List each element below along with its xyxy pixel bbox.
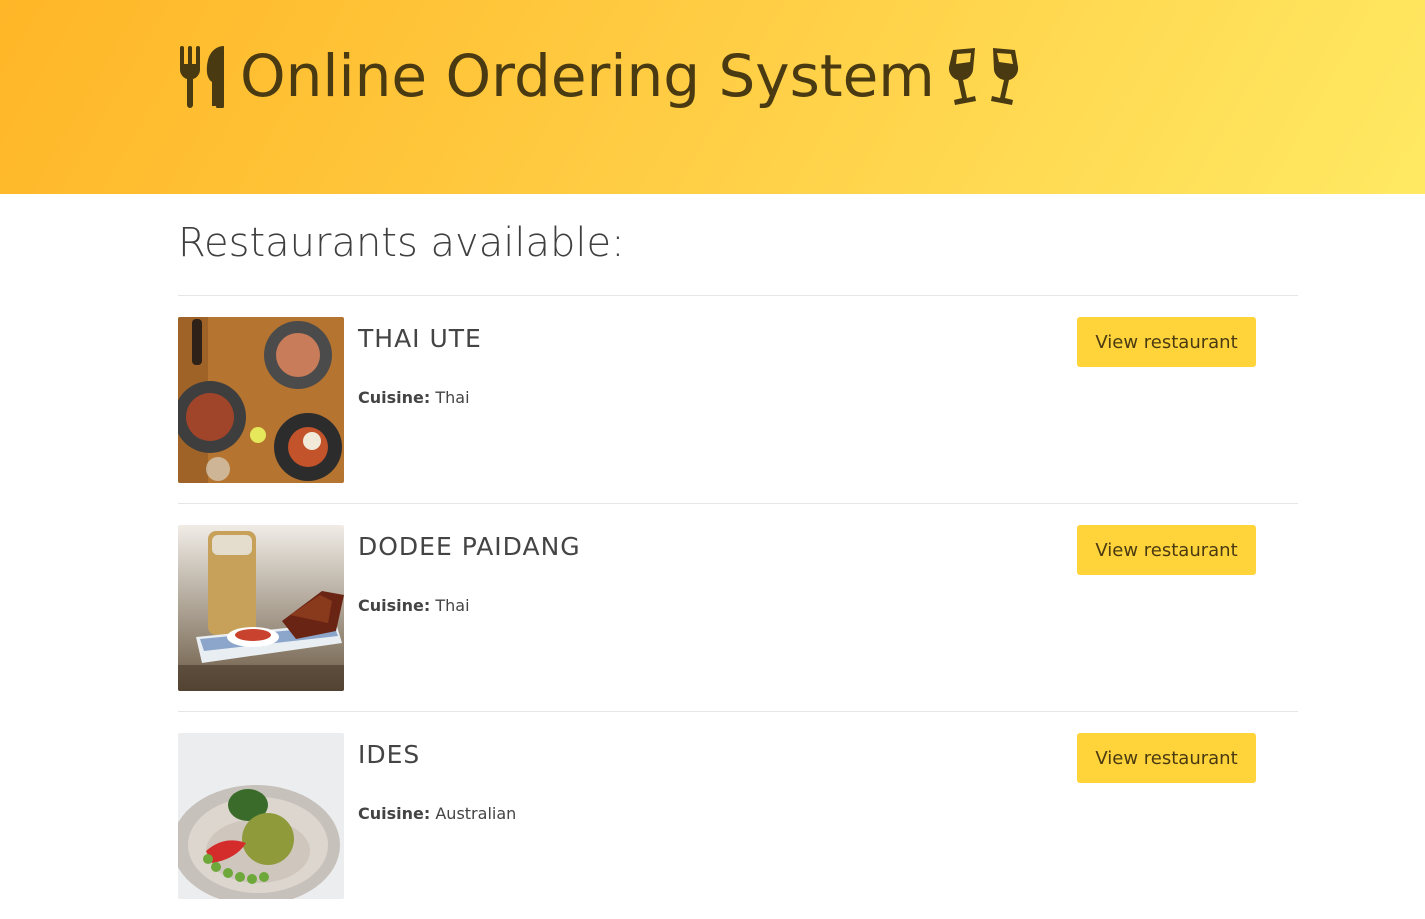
page-header: Online Ordering System <box>0 0 1425 194</box>
toasting-glasses-icon <box>945 44 1023 108</box>
restaurant-cuisine: Cuisine: Australian <box>358 804 516 823</box>
cuisine-label: Cuisine: <box>358 596 431 615</box>
list-item: IDES Cuisine: Australian View restaurant <box>178 711 1298 919</box>
restaurant-cuisine: Cuisine: Thai <box>358 388 470 407</box>
restaurant-image <box>178 317 344 483</box>
view-restaurant-button[interactable]: View restaurant <box>1077 733 1256 783</box>
cuisine-value: Australian <box>435 804 517 823</box>
cuisine-label: Cuisine: <box>358 804 431 823</box>
restaurant-image <box>178 733 344 899</box>
restaurant-list: THAI UTE Cuisine: Thai View restaurant D… <box>178 295 1298 919</box>
view-restaurant-button[interactable]: View restaurant <box>1077 317 1256 367</box>
restaurant-name: DODEE PAIDANG <box>358 532 581 561</box>
restaurant-image <box>178 525 344 691</box>
cuisine-label: Cuisine: <box>358 388 431 407</box>
cuisine-value: Thai <box>435 596 470 615</box>
cuisine-value: Thai <box>435 388 470 407</box>
view-restaurant-button[interactable]: View restaurant <box>1077 525 1256 575</box>
site-title: Online Ordering System <box>178 36 1023 116</box>
restaurant-name: THAI UTE <box>358 324 482 353</box>
list-item: THAI UTE Cuisine: Thai View restaurant <box>178 295 1298 503</box>
fork-knife-icon <box>178 44 230 108</box>
restaurant-name: IDES <box>358 740 421 769</box>
site-title-text: Online Ordering System <box>240 42 935 110</box>
list-item: DODEE PAIDANG Cuisine: Thai View restaur… <box>178 503 1298 711</box>
restaurant-cuisine: Cuisine: Thai <box>358 596 470 615</box>
page-title: Restaurants available: <box>178 220 625 266</box>
